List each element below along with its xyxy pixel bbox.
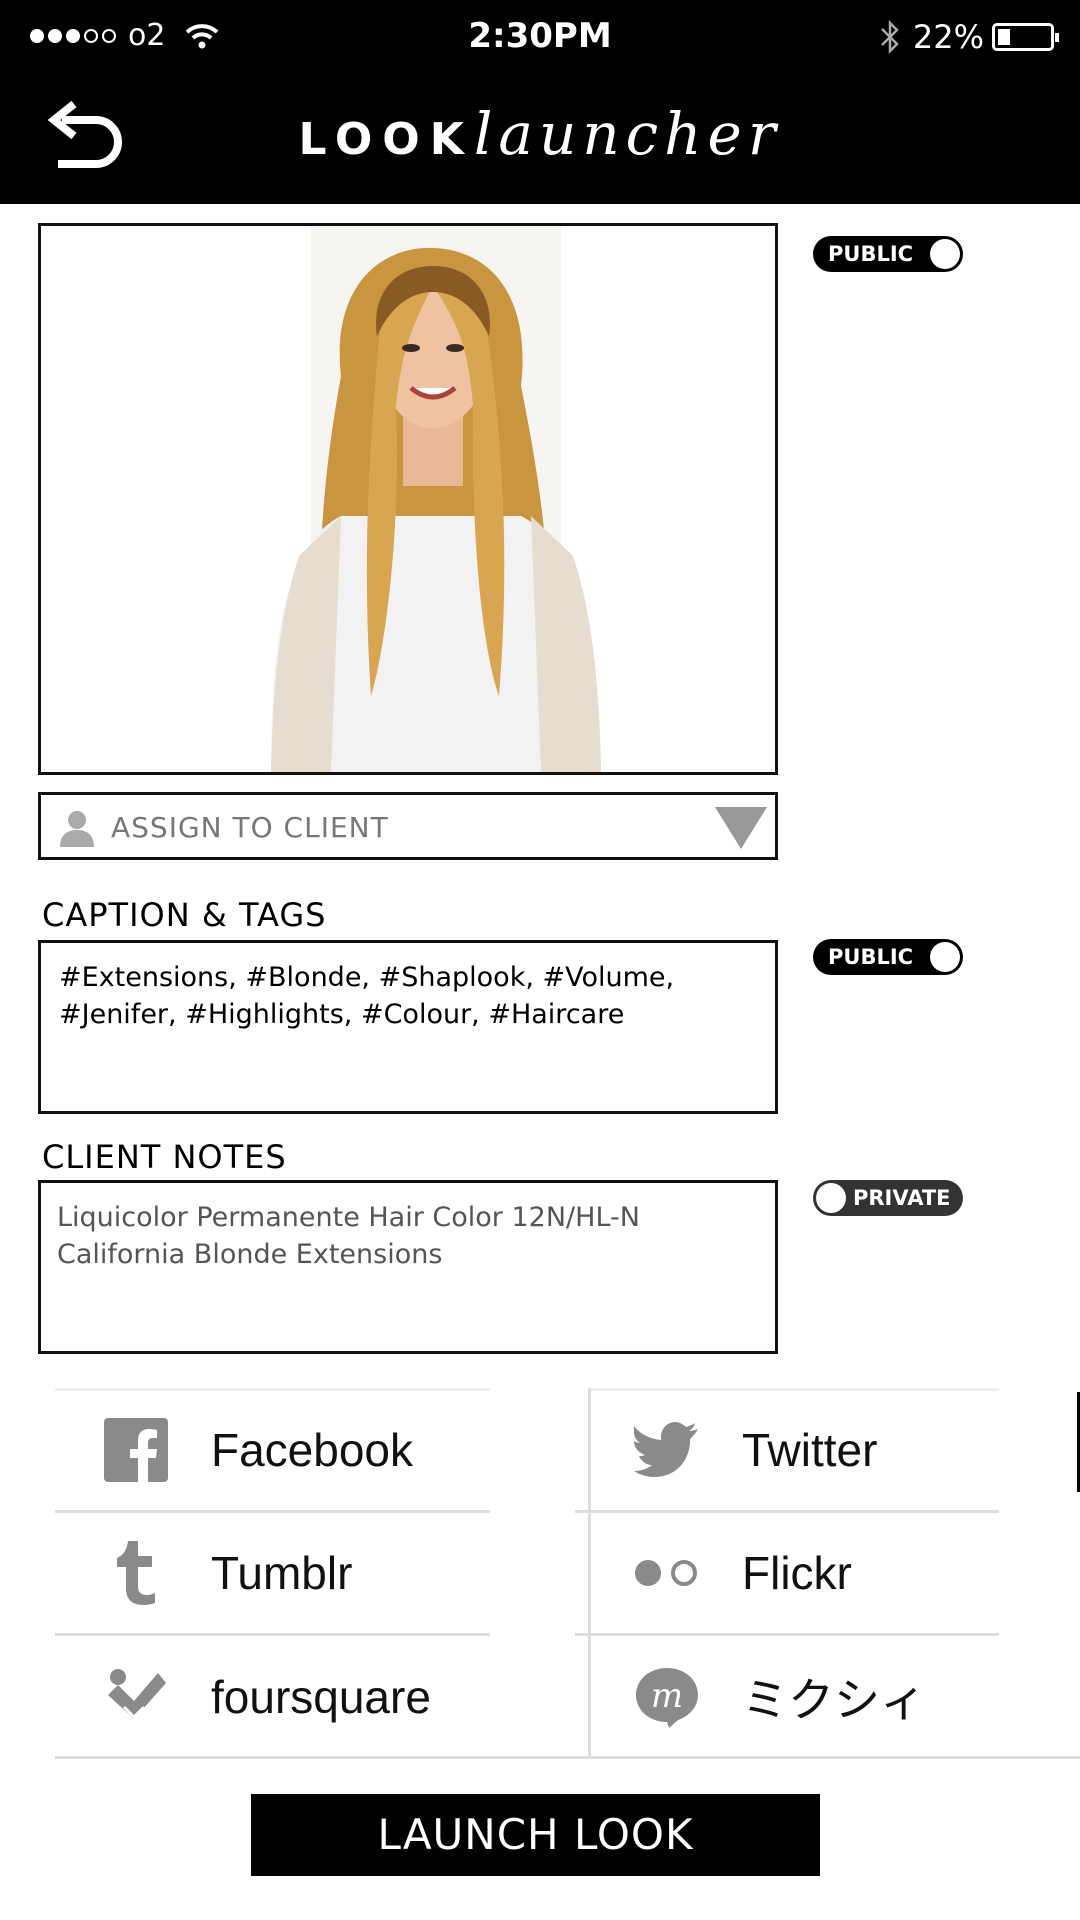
client-notes-label: CLIENT NOTES [42,1138,287,1176]
mixi-icon: m [636,1668,698,1728]
share-facebook[interactable]: Facebook [101,1388,413,1512]
tumblr-label: Tumblr [211,1547,353,1599]
notes-visibility-toggle[interactable]: PRIVATE [813,1180,963,1216]
facebook-icon [104,1418,168,1482]
facebook-label: Facebook [211,1424,414,1476]
client-notes-field[interactable]: Liquicolor Permanente Hair Color 12N/HL-… [38,1180,778,1354]
dropdown-arrow-icon [715,807,767,849]
look-photo[interactable] [38,223,778,775]
app-header: LOOKlauncher [0,78,1080,204]
twitter-icon [634,1422,698,1477]
bluetooth-icon [880,20,899,54]
caption-line-2: #Jenifer, #Highlights, #Colour, #Haircar… [59,999,625,1030]
photo-visibility-toggle[interactable]: PUBLIC [813,236,963,272]
foursquare-icon [108,1669,166,1720]
caption-visibility-toggle[interactable]: PUBLIC [813,939,963,975]
launch-look-button[interactable]: LAUNCH LOOK [251,1794,820,1876]
status-bar: o2 2:30PM 22% [0,0,1080,78]
assign-client-dropdown[interactable]: ASSIGN TO CLIENT [38,792,778,860]
mixi-label: ミクシィ [742,1674,926,1726]
model-photo-illustration [271,226,601,772]
share-twitter[interactable]: Twitter [632,1388,877,1512]
share-mixi[interactable]: m ミクシィ [632,1635,926,1759]
foursquare-label: foursquare [211,1671,431,1723]
share-flickr[interactable]: Flickr [632,1511,852,1635]
caption-label: CAPTION & TAGS [42,896,327,934]
notes-line-1: Liquicolor Permanente Hair Color 12N/HL-… [57,1202,640,1233]
notes-line-2: California Blonde Extensions [57,1239,443,1270]
tumblr-icon [117,1541,155,1605]
share-foursquare[interactable]: foursquare [101,1635,431,1759]
svg-text:m: m [651,1676,683,1716]
person-icon [60,811,94,847]
flickr-label: Flickr [742,1547,852,1599]
battery-icon [992,23,1059,51]
caption-field[interactable]: #Extensions, #Blonde, #Shaplook, #Volume… [38,940,778,1114]
caption-line-1: #Extensions, #Blonde, #Shaplook, #Volume… [59,962,675,993]
share-tumblr[interactable]: Tumblr [101,1511,352,1635]
flickr-icon [635,1560,697,1586]
battery-percent: 22% [912,18,984,56]
social-share-grid: Facebook Twitter Tumblr Flickr foursquar… [55,1388,1080,1762]
twitter-label: Twitter [742,1424,878,1476]
app-logo: LOOKlauncher [298,100,782,168]
assign-client-placeholder: ASSIGN TO CLIENT [111,811,389,844]
